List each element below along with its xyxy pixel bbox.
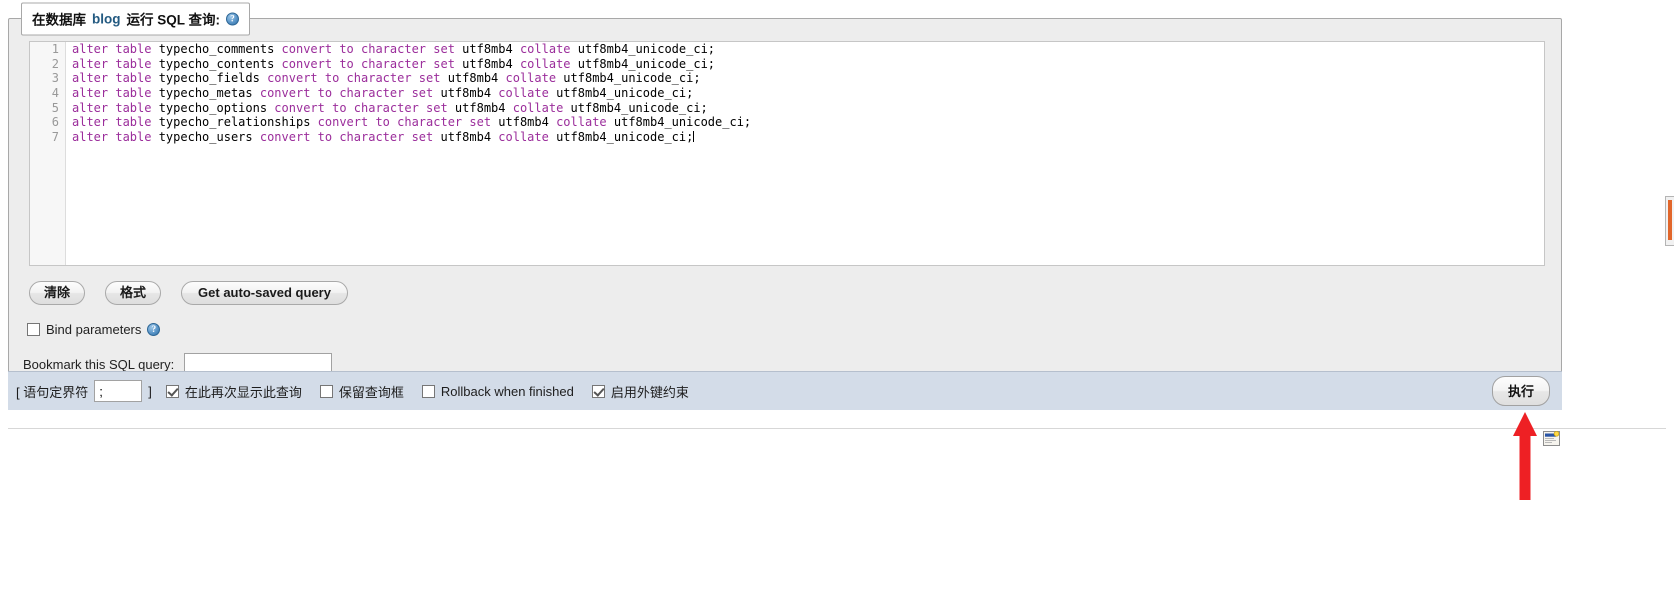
sql-keyword: convert to character set xyxy=(259,86,441,101)
sql-keyword: alter table xyxy=(72,86,159,101)
footer-checkbox-0[interactable] xyxy=(165,384,179,398)
sql-identifier: utf8mb4 xyxy=(447,71,506,86)
legend-database-name: blog xyxy=(92,11,121,26)
sql-editor[interactable]: 1234567 alter table typecho_comments con… xyxy=(29,41,1545,266)
sql-identifier: utf8mb4_unicode_ci; xyxy=(577,56,716,71)
sql-keyword: collate xyxy=(505,71,564,86)
sql-keyword: alter table xyxy=(72,130,159,145)
sql-identifier: typecho_contents xyxy=(158,56,282,71)
footer-checkbox-item: Rollback when finished xyxy=(421,384,574,399)
code-line: alter table typecho_metas convert to cha… xyxy=(72,86,1544,101)
footer-checkbox-group: 在此再次显示此查询 保留查询框 Rollback when finished 启用外键… xyxy=(165,382,701,401)
sql-keyword: convert to character set xyxy=(259,130,441,145)
code-line: alter table typecho_fields convert to ch… xyxy=(72,71,1544,86)
footer-checkbox-1[interactable] xyxy=(319,384,333,398)
sql-identifier: typecho_relationships xyxy=(158,115,318,130)
sql-keyword: convert to character set xyxy=(274,100,455,115)
sql-keyword: convert to character set xyxy=(317,115,499,130)
line-number: 1 xyxy=(51,42,59,56)
delimiter-label: [ 语句定界符 xyxy=(16,384,89,400)
bookmark-label: Bookmark this SQL query: xyxy=(23,356,175,372)
footer-checkbox-label[interactable]: 启用外键约束 xyxy=(611,382,689,401)
sql-footer-toolbar: [ 语句定界符 ] 在此再次显示此查询 保留查询框 Rollback when fi… xyxy=(8,371,1562,410)
content-divider xyxy=(8,428,1666,429)
sql-identifier: utf8mb4 xyxy=(498,115,557,130)
sql-query-panel: 在数据库 blog 运行 SQL 查询: ? 1234567 alter tab… xyxy=(8,2,1562,410)
line-number: 3 xyxy=(51,71,59,86)
footer-checkbox-label[interactable]: 保留查询框 xyxy=(339,382,404,401)
bind-parameters-label[interactable]: Bind parameters xyxy=(46,322,141,337)
sql-identifier: typecho_fields xyxy=(158,71,268,86)
execute-button[interactable]: 执行 xyxy=(1491,376,1550,406)
red-up-arrow-icon xyxy=(1513,412,1537,500)
sql-keyword: convert to character set xyxy=(267,71,448,86)
sticky-note-icon[interactable] xyxy=(1543,431,1560,446)
delimiter-close-bracket: ] xyxy=(148,383,152,399)
legend-suffix: 运行 SQL 查询: xyxy=(126,12,221,28)
sql-keyword: collate xyxy=(498,130,557,145)
code-line: alter table typecho_users convert to cha… xyxy=(72,130,1544,145)
sql-identifier: utf8mb4 xyxy=(440,86,499,101)
sql-keyword: collate xyxy=(519,56,578,71)
help-circle-icon[interactable]: ? xyxy=(147,323,161,336)
sql-identifier: utf8mb4 xyxy=(462,42,520,56)
sql-identifier: typecho_comments xyxy=(158,42,282,56)
footer-checkbox-item: 在此再次显示此查询 xyxy=(165,382,302,401)
sql-keyword: convert to character set xyxy=(281,56,463,71)
sql-identifier: utf8mb4_unicode_ci; xyxy=(570,100,708,115)
footer-checkbox-item: 启用外键约束 xyxy=(591,382,689,401)
footer-checkbox-item: 保留查询框 xyxy=(319,382,404,401)
bind-parameters-row: Bind parameters ? xyxy=(27,322,161,337)
footer-checkbox-label[interactable]: 在此再次显示此查询 xyxy=(185,382,302,401)
sql-keyword: convert to character set xyxy=(281,42,463,56)
sql-keyword: collate xyxy=(519,42,578,56)
help-circle-icon[interactable]: ? xyxy=(226,12,240,25)
sql-keyword: alter table xyxy=(72,115,159,130)
bind-parameters-checkbox[interactable] xyxy=(27,323,40,336)
sql-keyword: alter table xyxy=(72,56,159,71)
sql-keyword: alter table xyxy=(72,42,159,56)
editor-code-area[interactable]: alter table typecho_comments convert to … xyxy=(67,42,1544,265)
sql-identifier: utf8mb4 xyxy=(440,130,499,145)
sql-keyword: collate xyxy=(556,115,614,130)
sql-identifier: utf8mb4 xyxy=(454,100,513,115)
code-line: alter table typecho_options convert to c… xyxy=(72,101,1544,116)
text-caret xyxy=(693,131,695,143)
footer-checkbox-label[interactable]: Rollback when finished xyxy=(441,384,574,399)
line-number: 4 xyxy=(51,86,59,101)
line-number: 2 xyxy=(51,56,59,71)
sql-identifier: typecho_users xyxy=(158,130,260,145)
sql-identifier: utf8mb4_unicode_ci; xyxy=(556,86,694,101)
code-line: alter table typecho_relationships conver… xyxy=(72,115,1544,130)
code-line: alter table typecho_contents convert to … xyxy=(72,57,1544,72)
sql-identifier: utf8mb4 xyxy=(462,56,520,71)
sql-keyword: collate xyxy=(498,86,557,101)
editor-button-row: 清除 格式 Get auto-saved query xyxy=(29,281,348,305)
get-auto-saved-query-button[interactable]: Get auto-saved query xyxy=(181,281,348,305)
delimiter-input[interactable] xyxy=(94,380,143,402)
sql-identifier: utf8mb4_unicode_ci; xyxy=(563,71,701,86)
line-number: 7 xyxy=(51,130,59,145)
footer-checkbox-3[interactable] xyxy=(591,384,605,398)
clear-button[interactable]: 清除 xyxy=(29,281,86,305)
sql-identifier: utf8mb4_unicode_ci; xyxy=(577,42,716,56)
line-number: 6 xyxy=(51,115,59,130)
panel-legend: 在数据库 blog 运行 SQL 查询: ? xyxy=(21,2,251,36)
delimiter-group: [ 语句定界符 ] xyxy=(16,380,152,402)
footer-checkbox-2[interactable] xyxy=(421,384,435,398)
line-number: 5 xyxy=(51,100,59,115)
sql-identifier: utf8mb4_unicode_ci; xyxy=(613,115,752,130)
sql-keyword: collate xyxy=(512,100,571,115)
sql-keyword: alter table xyxy=(72,71,159,86)
sql-identifier: typecho_metas xyxy=(158,86,260,101)
code-line: alter table typecho_comments convert to … xyxy=(72,42,1544,57)
legend-prefix: 在数据库 xyxy=(32,12,86,28)
phpmyadmin-sql-page: 在数据库 blog 运行 SQL 查询: ? 1234567 alter tab… xyxy=(0,0,1674,590)
format-button[interactable]: 格式 xyxy=(105,281,162,305)
sql-identifier: typecho_options xyxy=(158,100,275,115)
page-scrollbar-thumb[interactable] xyxy=(1665,196,1674,246)
sql-identifier: utf8mb4_unicode_ci; xyxy=(556,130,694,145)
sql-keyword: alter table xyxy=(72,100,159,115)
editor-line-number-gutter: 1234567 xyxy=(30,42,66,265)
